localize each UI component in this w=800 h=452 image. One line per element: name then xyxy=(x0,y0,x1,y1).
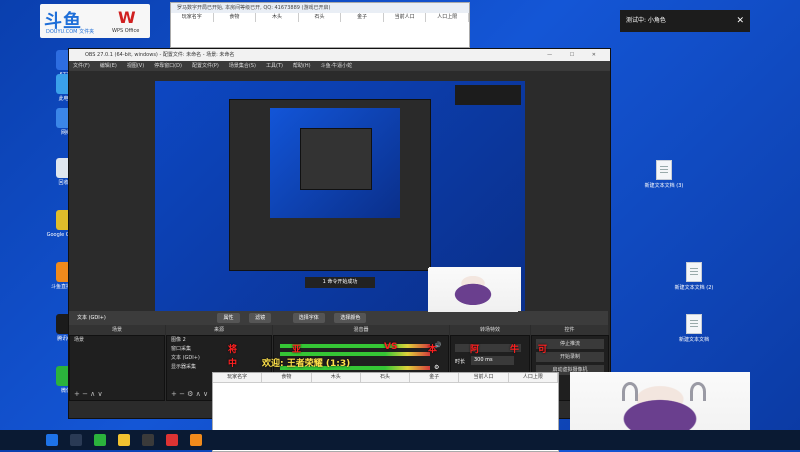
filters-button[interactable]: 滤镜 xyxy=(249,313,272,323)
source-item[interactable]: 窗口采集 xyxy=(167,345,271,354)
file-label: 新建文本文档 (3) xyxy=(644,183,684,189)
column-header[interactable]: 人口上限 xyxy=(509,373,558,382)
text-file-icon[interactable]: 新建文本文档 xyxy=(670,314,718,343)
mixer-meter-1 xyxy=(280,344,430,348)
text-file-icon[interactable]: 新建文本文档 (3) xyxy=(640,160,688,189)
column-header[interactable]: 食物 xyxy=(214,13,257,22)
properties-button[interactable]: 属性 xyxy=(217,313,240,323)
sources-dock-header: 来源 xyxy=(166,325,272,335)
source-toolbar: 文本 (GDI+) 属性 滤镜 选择字体 选择颜色 xyxy=(69,311,608,325)
controls-dock-header: 控件 xyxy=(531,325,608,335)
menu-item[interactable]: 场景集合(S) xyxy=(229,63,256,69)
overlay-welcome: 欢迎: 王者荣耀 (1:3) xyxy=(262,359,351,369)
source-dock-buttons[interactable]: + − ⚙ ∧ ∨ xyxy=(171,390,208,398)
nested-preview xyxy=(270,108,400,218)
scenes-dock[interactable]: 场景 + − ∧ ∨ xyxy=(69,335,165,401)
menu-item[interactable]: 配置文件(P) xyxy=(192,63,219,69)
column-header[interactable]: 木头 xyxy=(312,373,361,382)
douyu-sub: DOUYU.COM 文件夹 xyxy=(46,29,95,35)
file-label: 新建文本文档 xyxy=(678,337,709,343)
menu-item[interactable]: 停靠窗口(D) xyxy=(154,63,182,69)
gear-icon[interactable]: ⚙ xyxy=(434,364,439,371)
column-header[interactable]: 玩家名字 xyxy=(213,373,263,382)
top-sheet-title: 罗马数字开局已开始, 本房间等级已开, QQ: 41673889 (游戏已开启) xyxy=(171,3,469,13)
mixer-dock-header: 混音器 xyxy=(273,325,449,335)
column-header[interactable]: 石头 xyxy=(299,13,342,22)
transitions-dock-header: 转场特效 xyxy=(450,325,530,335)
testing-popup: 测试中: 小角色 ✕ xyxy=(620,10,750,32)
overlay-char-8: 中 xyxy=(228,359,238,369)
overlay-char-3: VS xyxy=(384,342,398,352)
source-item[interactable]: 文本 (GDI+) xyxy=(167,354,271,363)
menu-item[interactable]: 视图(V) xyxy=(127,63,144,69)
wps-logo-icon: W xyxy=(118,8,136,27)
document-icon xyxy=(686,262,702,282)
document-icon xyxy=(686,314,702,334)
duration-input[interactable]: 300 ms xyxy=(471,356,514,365)
obs-title-bar[interactable]: OBS 27.0.1 (64-bit, windows) - 配置文件: 未命名… xyxy=(69,49,610,61)
column-header[interactable]: 当前人口 xyxy=(459,373,509,382)
obs-title: OBS 27.0.1 (64-bit, windows) - 配置文件: 未命名… xyxy=(85,52,235,58)
folder-icon[interactable] xyxy=(118,434,130,446)
select-font-button[interactable]: 选择字体 xyxy=(292,313,325,323)
douyu-logo[interactable]: 斗鱼 DOUYU.COM 文件夹 W WPS Office xyxy=(40,4,150,38)
taskbar[interactable] xyxy=(0,430,800,450)
menu-item[interactable]: 工具(T) xyxy=(266,63,283,69)
popup-text: 测试中: 小角色 xyxy=(626,17,666,24)
document-icon xyxy=(656,160,672,180)
obs-icon[interactable] xyxy=(142,434,154,446)
menu-item[interactable]: 文件(F) xyxy=(73,63,90,69)
top-sheet-header-row: 玩家名字 食物 木头 石头 金子 当前人口 人口上限 xyxy=(171,13,470,22)
close-icon[interactable]: ✕ xyxy=(736,10,744,32)
douyu-icon[interactable] xyxy=(190,434,202,446)
text-file-icon[interactable]: 新建文本文档 (2) xyxy=(670,262,718,291)
obs-menu-bar[interactable]: 文件(F) 编辑(E) 视图(V) 停靠窗口(D) 配置文件(P) 场景集合(S) 工具(T… xyxy=(69,61,610,71)
nested-obs-window xyxy=(229,99,431,271)
column-header[interactable]: 木头 xyxy=(256,13,299,22)
column-header[interactable]: 食物 xyxy=(262,373,312,382)
menu-item[interactable]: 斗鱼·牛逼小蛇 xyxy=(321,63,353,69)
column-header[interactable]: 石头 xyxy=(361,373,411,382)
file-label: 新建文本文档 (2) xyxy=(674,285,714,291)
wps-label: WPS Office xyxy=(112,28,140,34)
preview-message: 1 命令开始成功 xyxy=(305,277,375,288)
column-header[interactable]: 金子 xyxy=(410,373,460,382)
source-item[interactable]: 显示器采集 xyxy=(167,363,271,372)
overlay-char-2: 亚 xyxy=(292,345,302,355)
overlay-char-4: 本 xyxy=(428,345,438,355)
select-color-button[interactable]: 选择颜色 xyxy=(334,313,367,323)
nested-popup xyxy=(455,85,521,105)
source-item[interactable]: 图像 2 xyxy=(167,336,271,345)
bottom-sheet-header-row: 玩家名字 食物 木头 石头 金子 当前人口 人口上限 xyxy=(213,373,558,383)
search-icon[interactable] xyxy=(70,434,82,446)
column-header[interactable]: 玩家名字 xyxy=(171,13,214,22)
column-header[interactable]: 金子 xyxy=(341,13,384,22)
scene-dock-buttons[interactable]: + − ∧ ∨ xyxy=(74,390,103,398)
overlay-char-1: 将 xyxy=(228,345,238,355)
windows-start-icon[interactable] xyxy=(46,434,58,446)
source-label: 文本 (GDI+) xyxy=(77,315,106,321)
menu-item[interactable]: 编辑(E) xyxy=(100,63,117,69)
window-controls[interactable]: — ☐ ✕ xyxy=(547,49,604,61)
column-header[interactable]: 人口上限 xyxy=(426,13,470,22)
horn-right xyxy=(690,382,706,401)
overlay-char-7: 可 xyxy=(538,345,548,355)
overlay-char-5: 阿 xyxy=(470,345,480,355)
duration-label: 时长 xyxy=(455,359,466,365)
overlay-char-6: 牛 xyxy=(510,345,520,355)
horn-left xyxy=(622,382,638,401)
column-header[interactable]: 当前人口 xyxy=(384,13,427,22)
top-spreadsheet-window[interactable]: 罗马数字开局已开始, 本房间等级已开, QQ: 41673889 (游戏已开启)… xyxy=(170,2,470,48)
small-character-image xyxy=(428,268,518,312)
nested-preview-inner xyxy=(300,128,372,190)
menu-item[interactable]: 帮助(H) xyxy=(293,63,311,69)
scene-item[interactable]: 场景 xyxy=(70,336,164,345)
scenes-dock-header: 场景 xyxy=(69,325,165,335)
wps-icon[interactable] xyxy=(166,434,178,446)
wechat-icon[interactable] xyxy=(94,434,106,446)
